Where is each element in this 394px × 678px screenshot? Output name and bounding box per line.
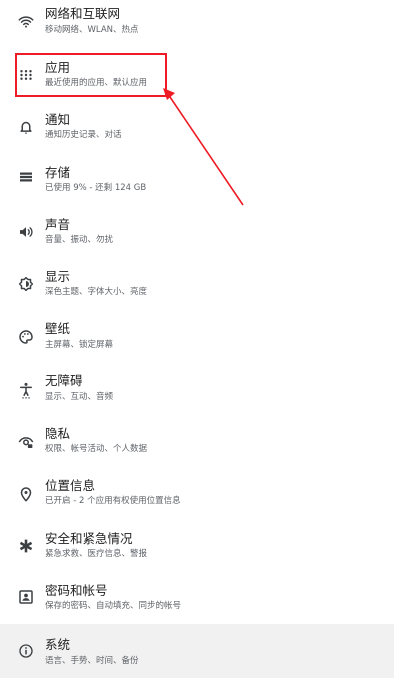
- settings-item-network[interactable]: 网络和互联网 移动网络、WLAN、热点: [0, 0, 394, 52]
- settings-item-title: 密码和帐号: [45, 583, 108, 598]
- settings-item-safety-emergency[interactable]: 安全和紧急情况 紧急求救、医疗信息、警报: [0, 519, 394, 571]
- accessibility-icon: [17, 381, 35, 399]
- settings-item-subtitle: 主屏幕、锁定屏幕: [45, 340, 114, 350]
- wifi-icon: [17, 12, 35, 30]
- brightness-icon: [17, 275, 35, 293]
- volume-icon: [17, 223, 35, 241]
- settings-item-subtitle: 已开启 - 2 个应用有权使用位置信息: [45, 496, 181, 506]
- settings-item-location[interactable]: 位置信息 已开启 - 2 个应用有权使用位置信息: [0, 467, 394, 519]
- settings-item-title: 存储: [45, 165, 71, 180]
- annotation-highlight-box: [15, 53, 167, 97]
- settings-item-accessibility[interactable]: 无障碍 显示、互动、音频: [0, 363, 394, 415]
- info-icon: [17, 642, 35, 660]
- settings-item-subtitle: 已使用 9% - 还剩 124 GB: [45, 183, 147, 193]
- settings-item-title: 通知: [45, 112, 71, 127]
- settings-item-title: 壁纸: [45, 321, 71, 336]
- privacy-eye-icon: [17, 433, 35, 451]
- settings-item-title: 位置信息: [45, 478, 96, 493]
- location-pin-icon: [17, 485, 35, 503]
- account-box-icon: [17, 588, 35, 606]
- settings-item-subtitle: 显示、互动、音频: [45, 392, 114, 402]
- settings-item-subtitle: 通知历史记录、对话: [45, 130, 122, 140]
- settings-item-display[interactable]: 显示 深色主题、字体大小、亮度: [0, 258, 394, 310]
- emergency-icon: [17, 537, 35, 555]
- settings-item-privacy[interactable]: 隐私 权限、帐号活动、个人数据: [0, 415, 394, 467]
- storage-icon: [17, 168, 35, 186]
- settings-item-wallpaper[interactable]: 壁纸 主屏幕、锁定屏幕: [0, 311, 394, 363]
- settings-item-notifications[interactable]: 通知 通知历史记录、对话: [0, 101, 394, 153]
- settings-item-subtitle: 深色主题、字体大小、亮度: [45, 287, 148, 297]
- settings-item-subtitle: 权限、帐号活动、个人数据: [45, 444, 148, 454]
- settings-item-title: 无障碍: [45, 373, 83, 388]
- bell-icon: [17, 118, 35, 136]
- palette-icon: [17, 328, 35, 346]
- settings-item-title: 安全和紧急情况: [45, 531, 133, 546]
- settings-item-title: 网络和互联网: [45, 6, 121, 21]
- settings-item-title: 隐私: [45, 426, 71, 441]
- settings-item-title: 声音: [45, 217, 71, 232]
- settings-item-subtitle: 语言、手势、时间、备份: [45, 656, 139, 666]
- settings-item-subtitle: 紧急求救、医疗信息、警报: [45, 549, 148, 559]
- settings-item-title: 系统: [45, 637, 71, 652]
- settings-item-system[interactable]: 系统 语言、手势、时间、备份: [0, 624, 394, 678]
- settings-item-title: 显示: [45, 269, 71, 284]
- settings-item-passwords-accounts[interactable]: 密码和帐号 保存的密码、自动填充、同步的帐号: [0, 572, 394, 624]
- settings-item-subtitle: 保存的密码、自动填充、同步的帐号: [45, 601, 182, 611]
- settings-item-sound[interactable]: 声音 音量、振动、勿扰: [0, 206, 394, 258]
- settings-item-subtitle: 移动网络、WLAN、热点: [45, 25, 139, 35]
- settings-list: 网络和互联网 移动网络、WLAN、热点 应用 最近使用的应用、默认应用 通知 通…: [0, 0, 394, 678]
- settings-item-subtitle: 音量、振动、勿扰: [45, 235, 114, 245]
- settings-item-storage[interactable]: 存储 已使用 9% - 还剩 124 GB: [0, 154, 394, 206]
